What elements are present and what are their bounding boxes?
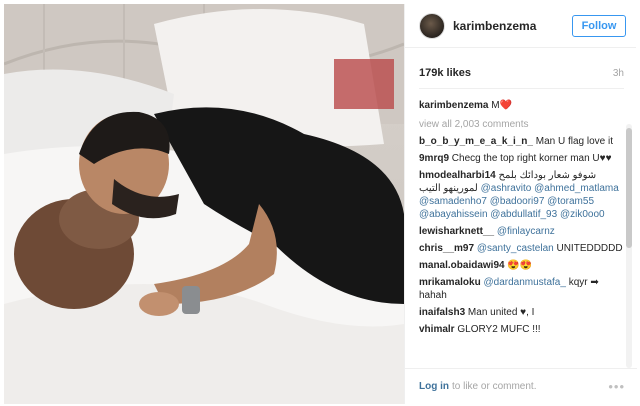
- view-all-comments-link[interactable]: view all 2,003 comments: [419, 118, 624, 131]
- comments-scrollbar[interactable]: [626, 124, 632, 368]
- post-photo[interactable]: [4, 4, 404, 404]
- comment-author[interactable]: manal.obaidawi94: [419, 260, 505, 271]
- comment-mentions[interactable]: @santy_castelan: [477, 243, 554, 254]
- username[interactable]: karimbenzema: [453, 19, 572, 33]
- caption-text: M❤️: [491, 100, 513, 111]
- comment-text: Checg the top right korner man U♥♥: [451, 153, 612, 164]
- post-meta: 179k likes 3h: [405, 60, 636, 86]
- comment-text: GLORY2 MUFC !!!: [457, 324, 541, 335]
- comment-author[interactable]: vhimalr: [419, 324, 455, 335]
- follow-button[interactable]: Follow: [572, 14, 626, 37]
- likes-count[interactable]: 179k likes: [419, 67, 613, 79]
- more-options-icon[interactable]: •••: [608, 379, 625, 394]
- comment-author[interactable]: hmodealharbi14: [419, 170, 496, 181]
- comment-author[interactable]: b_o_b_y_m_e_a_k_i_n_: [419, 136, 533, 147]
- comments-list: karimbenzema M❤️ view all 2,003 comments…: [405, 89, 636, 361]
- post-sidebar: karimbenzema Follow 179k likes 3h karimb…: [404, 4, 637, 404]
- login-link[interactable]: Log in: [419, 381, 449, 392]
- comment-author[interactable]: lewisharknett__: [419, 226, 494, 237]
- scrollbar-thumb[interactable]: [626, 128, 632, 248]
- comment-item: hmodealharbi14 شوفو شعار بودائك بلمح لمو…: [419, 169, 624, 221]
- comment-mentions[interactable]: @dardanmustafa_: [483, 277, 565, 288]
- login-prompt-text: to like or comment.: [452, 381, 537, 392]
- comment-text: Man U flag love it: [535, 136, 614, 147]
- comment-author[interactable]: chris__m97: [419, 243, 474, 254]
- comment-item: chris__m97 @santy_castelan UNITEDDDDD: [419, 242, 624, 255]
- comment-author[interactable]: 9mrq9: [419, 153, 449, 164]
- post-time: 3h: [612, 67, 624, 79]
- instagram-post-embed: karimbenzema Follow 179k likes 3h karimb…: [0, 0, 640, 406]
- comment-text: 😍😍: [507, 260, 533, 271]
- comment-item: manal.obaidawi94 😍😍: [419, 259, 624, 272]
- comment-item: mrikamaloku @dardanmustafa_ kqyr ➡ hahah: [419, 276, 624, 302]
- comment-author[interactable]: inaifalsh3: [419, 307, 465, 318]
- comment-author[interactable]: mrikamaloku: [419, 277, 481, 288]
- comment-mentions[interactable]: @finlaycarnz: [497, 226, 555, 237]
- comment-text: Man united ♥, I: [467, 307, 535, 318]
- comment-item: lewisharknett__ @finlaycarnz: [419, 225, 624, 238]
- post-header: karimbenzema Follow: [405, 4, 636, 48]
- photo-illustration: [4, 4, 404, 404]
- comment-item: b_o_b_y_m_e_a_k_i_n_ Man U flag love it: [419, 135, 624, 148]
- comment-item: vhimalr GLORY2 MUFC !!!: [419, 323, 624, 336]
- post-footer: Log in to like or comment. •••: [405, 368, 637, 404]
- comment-text: UNITEDDDDD: [556, 243, 623, 254]
- comment-item: 9mrq9 Checg the top right korner man U♥♥: [419, 152, 624, 165]
- comment-item: inaifalsh3 Man united ♥, I: [419, 306, 624, 319]
- avatar[interactable]: [419, 12, 445, 39]
- caption-author[interactable]: karimbenzema: [419, 100, 488, 111]
- caption: karimbenzema M❤️: [419, 99, 624, 112]
